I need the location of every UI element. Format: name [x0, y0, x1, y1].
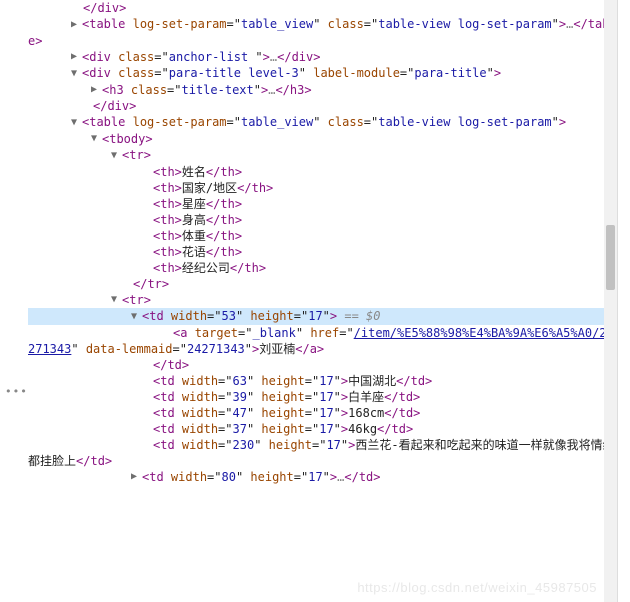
dom-line[interactable]: <td width="230" height="17">西兰花-看起来和吃起来的… — [28, 437, 617, 469]
dom-line[interactable]: ▼<div class="para-title level-3" label-m… — [28, 65, 617, 82]
dom-line[interactable]: ▼<tbody> — [28, 131, 617, 148]
expand-arrow-icon[interactable]: ▼ — [111, 148, 121, 164]
dom-line[interactable]: ▶<td width="80" height="17">…</td> — [28, 469, 617, 486]
scrollbar-track[interactable] — [604, 0, 617, 602]
dom-line[interactable]: <th>国家/地区</th> — [28, 180, 617, 196]
expand-arrow-icon[interactable]: ▼ — [71, 115, 81, 131]
dom-line[interactable]: ▼<table log-set-param="table_view" class… — [28, 114, 617, 131]
dom-line[interactable]: </td> — [28, 357, 617, 373]
scrollbar-thumb[interactable] — [606, 225, 615, 290]
dom-line[interactable]: <a target="_blank" href="/item/%E5%88%98… — [28, 325, 617, 357]
expand-arrow-icon[interactable]: ▶ — [71, 17, 81, 33]
dom-line[interactable]: ▶<h3 class="title-text">…</h3> — [28, 82, 617, 99]
watermark: https://blog.csdn.net/weixin_45987505 — [357, 580, 597, 596]
dom-line[interactable]: <th>身高</th> — [28, 212, 617, 228]
expand-arrow-icon[interactable]: ▼ — [71, 66, 81, 82]
dom-line[interactable]: <td width="47" height="17">168cm</td> — [28, 405, 617, 421]
expand-arrow-icon[interactable]: ▼ — [91, 131, 101, 147]
expand-arrow-icon[interactable]: ▼ — [131, 309, 141, 325]
dom-line[interactable]: ▶<table log-set-param="table_view" class… — [28, 16, 617, 49]
devtools-elements-panel: ••• </div>▶<table log-set-param="table_v… — [0, 0, 618, 602]
dom-line[interactable]: <th>经纪公司</th> — [28, 260, 617, 276]
dom-line[interactable]: ▼<td width="53" height="17"> == $0 — [0, 308, 617, 325]
expand-arrow-icon[interactable]: ▼ — [111, 292, 121, 308]
dom-line[interactable]: </div> — [28, 98, 617, 114]
dom-line[interactable]: <td width="63" height="17">中国湖北</td> — [28, 373, 617, 389]
dom-line[interactable]: <td width="39" height="17">白羊座</td> — [28, 389, 617, 405]
dom-line[interactable]: ▼<tr> — [28, 147, 617, 164]
dom-line[interactable]: <th>星座</th> — [28, 196, 617, 212]
expand-arrow-icon[interactable]: ▶ — [71, 49, 81, 65]
dom-tree[interactable]: </div>▶<table log-set-param="table_view"… — [28, 0, 617, 485]
dom-line[interactable]: <td width="37" height="17">46kg</td> — [28, 421, 617, 437]
dom-line[interactable]: <th>花语</th> — [28, 244, 617, 260]
breakpoint-dots: ••• — [5, 384, 28, 400]
dom-line[interactable]: </div> — [28, 0, 617, 16]
dom-line[interactable]: </tr> — [28, 276, 617, 292]
gutter: ••• — [0, 0, 28, 602]
expand-arrow-icon[interactable]: ▶ — [91, 82, 101, 98]
dom-line[interactable]: ▶<div class="anchor-list ">…</div> — [28, 49, 617, 66]
expand-arrow-icon[interactable]: ▶ — [131, 469, 141, 485]
dom-line[interactable]: <th>姓名</th> — [28, 164, 617, 180]
dom-line[interactable]: ▼<tr> — [28, 292, 617, 309]
dom-line[interactable]: <th>体重</th> — [28, 228, 617, 244]
